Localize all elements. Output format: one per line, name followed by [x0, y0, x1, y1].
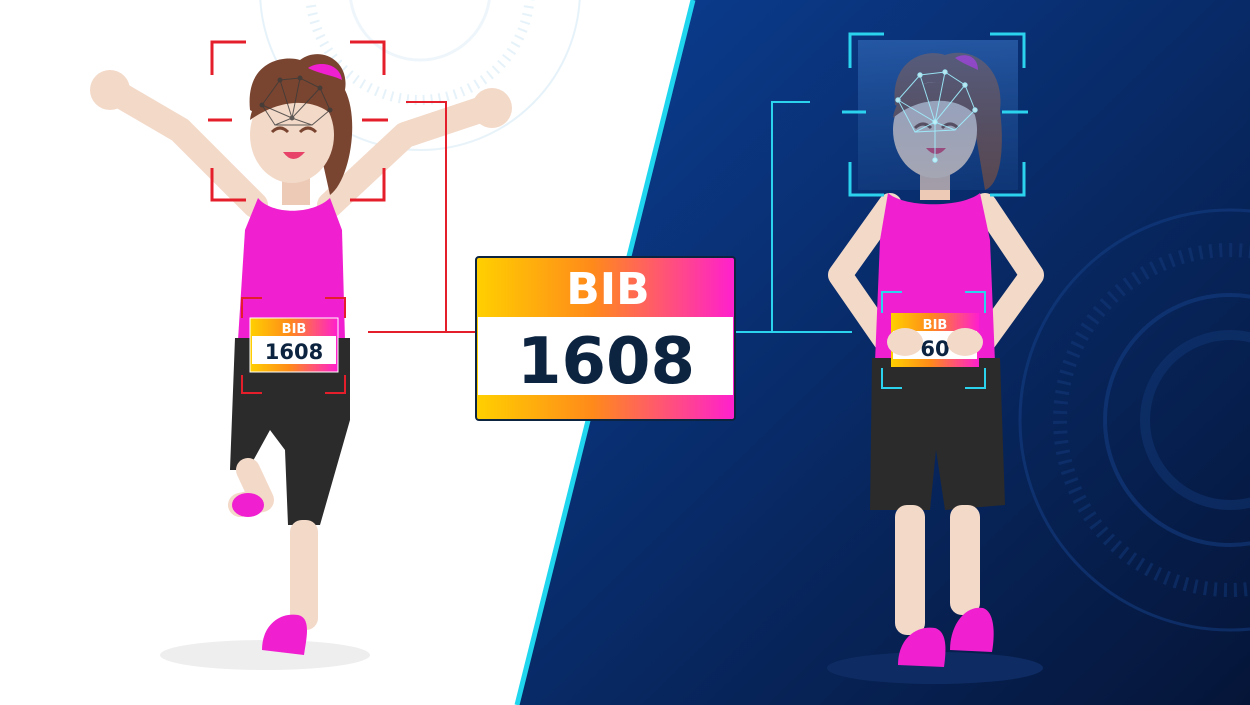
illustration-canvas: BIB 1608 BIB 60 BIB 1608: [0, 0, 1250, 705]
central-bib-card: BIB 1608: [475, 256, 736, 421]
left-bib-label: BIB: [282, 322, 307, 337]
central-bib-number: 1608: [517, 325, 695, 399]
left-bib-number: 1608: [265, 340, 323, 364]
right-bib-label: BIB: [923, 318, 948, 333]
right-face-highlight: [858, 40, 1018, 190]
bib-face-recognition-illustration: BIB 1608 BIB 60 BIB 1608: [0, 0, 1250, 705]
right-bib-number-partial: 60: [920, 337, 949, 361]
central-bib-label: BIB: [566, 264, 649, 315]
left-runner-bib: BIB 1608: [249, 317, 339, 373]
